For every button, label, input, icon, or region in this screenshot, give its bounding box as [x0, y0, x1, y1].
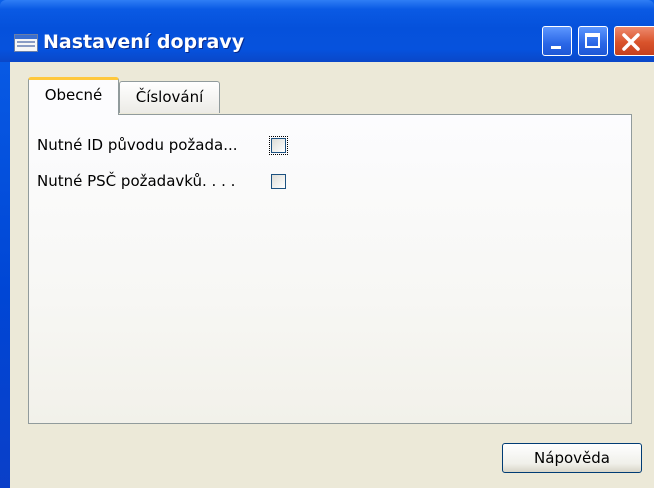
tab-cislovani[interactable]: Číslování	[119, 81, 220, 113]
title-bar[interactable]: Nastavení dopravy	[0, 0, 654, 62]
dialog-client-area: Obecné Číslování Nutné ID původu požada.…	[10, 62, 654, 488]
maximize-button[interactable]	[578, 26, 608, 56]
origin-id-required-label: Nutné ID původu požada...	[37, 136, 238, 154]
close-icon	[622, 33, 640, 51]
origin-id-required-checkbox[interactable]	[269, 136, 288, 155]
minimize-icon	[551, 46, 561, 49]
postcode-required-label: Nutné PSČ požadavků. . . .	[37, 172, 236, 190]
dialog-window: Nastavení dopravy Obecné Číslování Nutné…	[0, 0, 654, 488]
help-button[interactable]: Nápověda	[502, 443, 642, 473]
window-title: Nastavení dopravy	[43, 31, 245, 53]
postcode-required-checkbox[interactable]	[271, 174, 286, 189]
tab-panel-obecne: Nutné ID původu požada... Nutné PSČ poža…	[28, 114, 632, 424]
grid-app-icon	[14, 34, 38, 52]
close-button[interactable]	[614, 26, 654, 56]
tab-obecne[interactable]: Obecné	[28, 77, 119, 115]
maximize-icon	[585, 33, 600, 48]
minimize-button[interactable]	[542, 26, 572, 56]
